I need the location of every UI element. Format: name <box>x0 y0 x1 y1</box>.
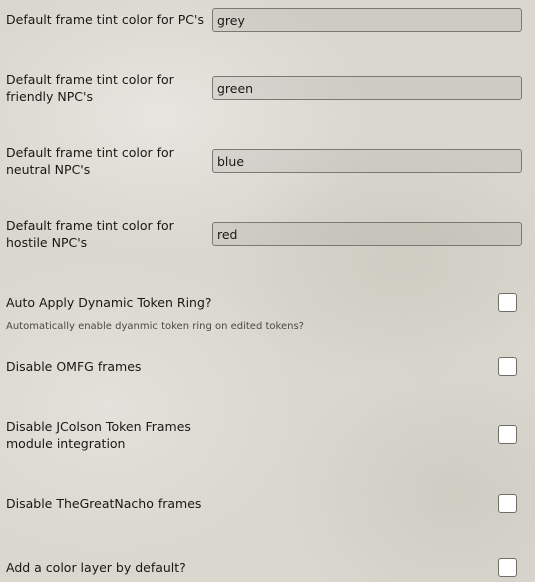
color-layer-label: Add a color layer by default? <box>6 560 186 575</box>
disable-nacho-checkbox[interactable] <box>498 494 517 513</box>
disable-nacho-label: Disable TheGreatNacho frames <box>6 496 202 511</box>
auto-ring-hint: Automatically enable dyanmic token ring … <box>6 321 304 332</box>
disable-omfg-label: Disable OMFG frames <box>6 359 142 374</box>
pc-tint-label: Default frame tint color for PC's <box>6 12 204 27</box>
color-layer-checkbox[interactable] <box>498 558 517 577</box>
friendly-tint-input[interactable] <box>212 76 522 100</box>
neutral-tint-label: Default frame tint color for neutral NPC… <box>6 145 174 177</box>
auto-ring-label: Auto Apply Dynamic Token Ring? <box>6 295 212 310</box>
disable-jcolson-checkbox[interactable] <box>498 425 517 444</box>
auto-ring-checkbox[interactable] <box>498 293 517 312</box>
disable-omfg-checkbox[interactable] <box>498 357 517 376</box>
disable-jcolson-label: Disable JColson Token Frames module inte… <box>6 419 191 451</box>
neutral-tint-input[interactable] <box>212 149 522 173</box>
friendly-tint-label: Default frame tint color for friendly NP… <box>6 72 174 104</box>
hostile-tint-label: Default frame tint color for hostile NPC… <box>6 218 174 250</box>
hostile-tint-input[interactable] <box>212 222 522 246</box>
pc-tint-input[interactable] <box>212 8 522 32</box>
